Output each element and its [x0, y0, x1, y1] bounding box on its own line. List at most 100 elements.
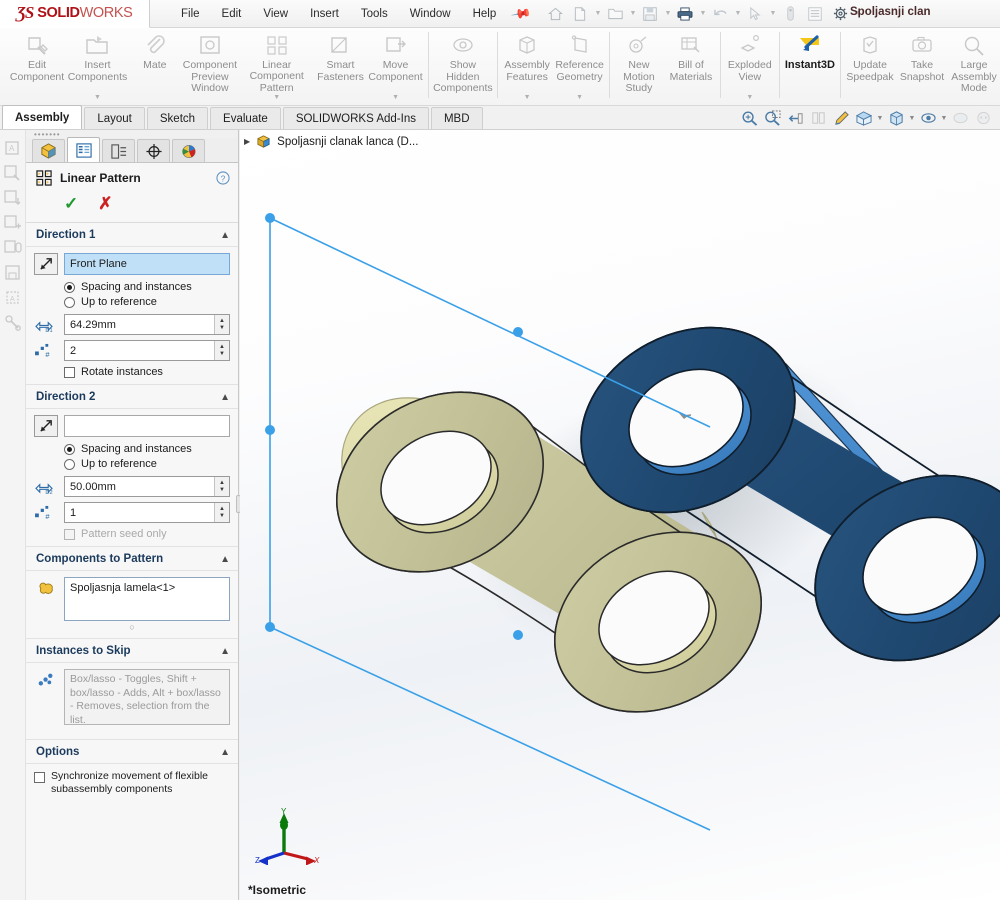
- chevron-down-icon[interactable]: ▼: [746, 94, 753, 104]
- tab-layout[interactable]: Layout: [84, 107, 145, 129]
- rebuild-icon[interactable]: [778, 3, 802, 25]
- open-caret-icon[interactable]: ▼: [628, 10, 637, 17]
- direction1-spacing-input[interactable]: 64.29mm ▲ ▼: [64, 314, 230, 335]
- view-settings-icon[interactable]: [972, 108, 994, 128]
- graphics-viewport[interactable]: ▶ Spoljasnji clanak lanca (D... Y X Z *I…: [240, 130, 1000, 900]
- ribbon-move-component[interactable]: Move Component ▼: [366, 28, 424, 104]
- tab-evaluate[interactable]: Evaluate: [210, 107, 281, 129]
- save-caret-icon[interactable]: ▼: [663, 10, 672, 17]
- direction1-spacing-radio-row[interactable]: Spacing and instances: [34, 281, 230, 293]
- section-view-icon[interactable]: [807, 108, 829, 128]
- chevron-up-icon[interactable]: ▲: [220, 230, 230, 241]
- checkbox-synchronize-movement[interactable]: [34, 772, 45, 783]
- green-check-icon[interactable]: ✓: [64, 194, 78, 214]
- chevron-up-icon[interactable]: ▲: [220, 646, 230, 657]
- chevron-up-icon[interactable]: ▲: [220, 554, 230, 565]
- radio-spacing-and-instances[interactable]: [64, 443, 75, 455]
- ribbon-assembly-features[interactable]: Assembly Features ▼: [501, 28, 553, 104]
- spinner-arrows[interactable]: ▲ ▼: [214, 315, 229, 334]
- menu-file[interactable]: File: [170, 4, 211, 24]
- select-caret-icon[interactable]: ▼: [768, 10, 777, 17]
- menu-window[interactable]: Window: [399, 4, 462, 24]
- model-3d-render[interactable]: [240, 130, 1000, 900]
- pushpin-icon[interactable]: 📌: [510, 2, 533, 24]
- section-header-direction1[interactable]: Direction 1 ▲: [26, 223, 238, 247]
- components-to-pattern-field[interactable]: Spoljasnja lamela<1>: [64, 577, 230, 621]
- ribbon-bill-of-materials[interactable]: Bill of Materials: [665, 28, 717, 104]
- zoom-to-area-icon[interactable]: [761, 108, 783, 128]
- ribbon-insert-components[interactable]: Insert Components ▼: [66, 28, 129, 104]
- direction2-spacing-input[interactable]: 50.00mm ▲ ▼: [64, 476, 230, 497]
- tab-mbd[interactable]: MBD: [430, 107, 483, 129]
- configuration-manager-icon[interactable]: [102, 139, 135, 162]
- print-caret-icon[interactable]: ▼: [698, 10, 707, 17]
- menu-tools[interactable]: Tools: [350, 4, 399, 24]
- direction1-reference-field[interactable]: Front Plane: [64, 253, 230, 275]
- direction-arrow-icon[interactable]: [34, 415, 58, 437]
- radio-up-to-reference[interactable]: [64, 296, 75, 308]
- zoom-to-fit-icon[interactable]: [738, 108, 760, 128]
- panel-drag-handle[interactable]: •••••••: [26, 130, 238, 139]
- new-file-caret-icon[interactable]: ▼: [593, 10, 602, 17]
- ribbon-new-motion-study[interactable]: New Motion Study: [613, 28, 665, 104]
- previous-view-icon[interactable]: [784, 108, 806, 128]
- section-header-direction2[interactable]: Direction 2 ▲: [26, 384, 238, 409]
- undo-icon[interactable]: [708, 3, 732, 25]
- gear-icon[interactable]: [828, 3, 852, 25]
- ribbon-instant3d[interactable]: Instant3D: [783, 28, 837, 104]
- edit-appearance-icon[interactable]: [830, 108, 852, 128]
- display-style-icon[interactable]: [885, 108, 907, 128]
- edit-note-icon[interactable]: [3, 163, 23, 183]
- chevron-down-icon[interactable]: ▼: [576, 94, 583, 104]
- ribbon-smart-fasteners[interactable]: Smart Fasteners: [314, 28, 366, 104]
- direction2-uptoref-radio-row[interactable]: Up to reference: [34, 458, 230, 470]
- note-icon[interactable]: A: [3, 138, 23, 158]
- ribbon-update-speedpak[interactable]: Update Speedpak: [844, 28, 896, 104]
- radio-spacing-and-instances[interactable]: [64, 281, 75, 293]
- add-note-icon[interactable]: [3, 213, 23, 233]
- view-orientation-icon[interactable]: [853, 108, 875, 128]
- chevron-down-icon[interactable]: ▼: [94, 94, 101, 104]
- ribbon-component-preview-window[interactable]: Component Preview Window: [181, 28, 239, 104]
- checkbox-rotate-instances[interactable]: [64, 366, 75, 378]
- direction2-instances-input[interactable]: 1 ▲ ▼: [64, 502, 230, 523]
- ribbon-large-assembly-mode[interactable]: Large Assembly Mode: [948, 28, 1000, 104]
- section-header-components-to-pattern[interactable]: Components to Pattern ▲: [26, 546, 238, 571]
- select-cursor-icon[interactable]: [743, 3, 767, 25]
- menu-edit[interactable]: Edit: [211, 4, 253, 24]
- menu-help[interactable]: Help: [462, 4, 508, 24]
- spinner-arrows[interactable]: ▲ ▼: [214, 477, 229, 496]
- tab-solidworks-add-ins[interactable]: SOLIDWORKS Add-Ins: [282, 107, 429, 129]
- red-x-icon[interactable]: ✗: [98, 194, 112, 214]
- dimxpert-manager-icon[interactable]: [137, 139, 170, 162]
- direction2-spacing-radio-row[interactable]: Spacing and instances: [34, 443, 230, 455]
- tab-sketch[interactable]: Sketch: [146, 107, 209, 129]
- radio-up-to-reference[interactable]: [64, 458, 75, 470]
- solidworks-logo-tab[interactable]: ƷS SOLIDWORKS: [0, 0, 150, 28]
- rotate-instances-row[interactable]: Rotate instances: [34, 366, 230, 378]
- apply-scene-icon[interactable]: [949, 108, 971, 128]
- save-note-icon[interactable]: [3, 263, 23, 283]
- ribbon-reference-geometry[interactable]: Reference Geometry ▼: [553, 28, 606, 104]
- resize-grip[interactable]: ○: [34, 622, 230, 632]
- chevron-down-icon[interactable]: ▼: [524, 94, 531, 104]
- note-pattern-icon[interactable]: A: [3, 288, 23, 308]
- ribbon-take-snapshot[interactable]: Take Snapshot: [896, 28, 948, 104]
- synchronize-movement-row[interactable]: Synchronize movement of flexible subasse…: [26, 764, 238, 796]
- chevron-down-icon[interactable]: ▼: [392, 94, 399, 104]
- tab-assembly[interactable]: Assembly: [2, 105, 83, 129]
- chevron-down-icon[interactable]: ▼: [273, 94, 280, 104]
- help-question-icon[interactable]: ?: [216, 171, 230, 185]
- direction1-uptoref-radio-row[interactable]: Up to reference: [34, 296, 230, 308]
- display-manager-icon[interactable]: [172, 139, 205, 162]
- print-icon[interactable]: [673, 3, 697, 25]
- section-header-instances-to-skip[interactable]: Instances to Skip ▲: [26, 638, 238, 663]
- menu-insert[interactable]: Insert: [299, 4, 350, 24]
- ribbon-exploded-view[interactable]: Exploded View ▼: [724, 28, 776, 104]
- section-header-options[interactable]: Options ▲: [26, 739, 238, 764]
- save-icon[interactable]: [638, 3, 662, 25]
- chevron-up-icon[interactable]: ▲: [220, 392, 230, 403]
- display-style-caret-icon[interactable]: ▼: [908, 115, 916, 122]
- ribbon-show-hidden-components[interactable]: Show Hidden Components: [431, 28, 494, 104]
- measure-icon[interactable]: [3, 313, 23, 333]
